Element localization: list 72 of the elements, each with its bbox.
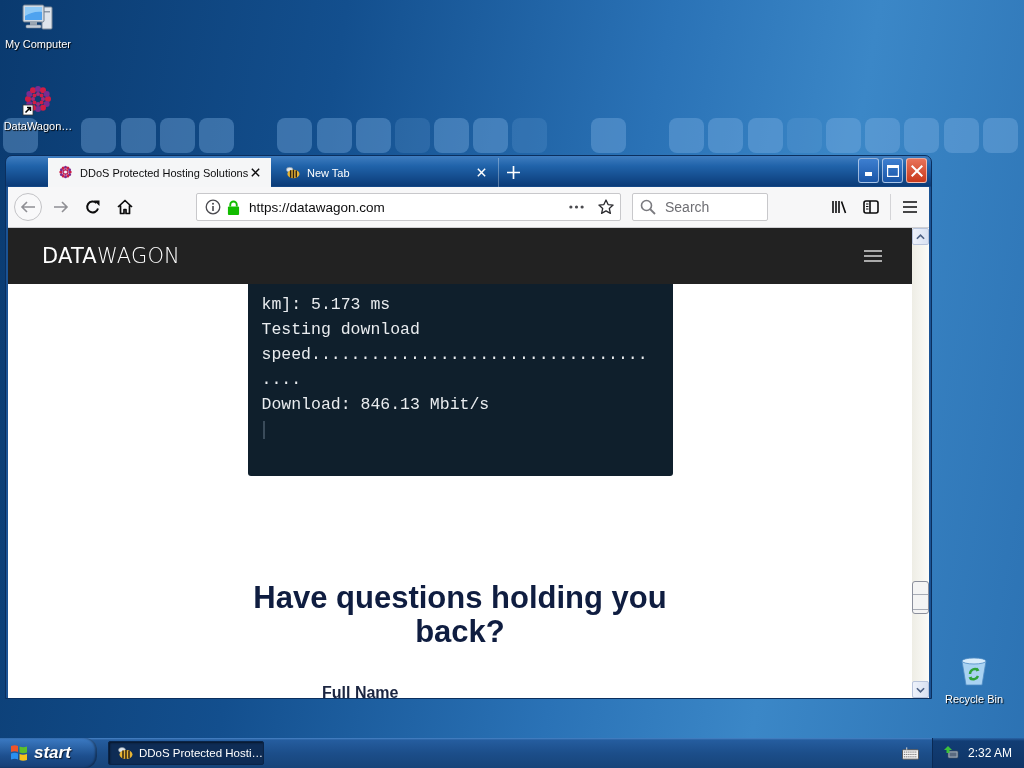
star-icon[interactable] [598,199,614,215]
sidebar-icon [863,199,879,215]
field-label: Full Name [322,683,399,698]
taskbar-button[interactable]: DDoS Protected Hosti… [108,741,264,765]
search-icon [640,199,656,215]
dot-ring-icon [58,165,73,180]
info-icon[interactable] [205,199,221,215]
scroll-up-button[interactable] [912,228,929,245]
maximize-icon [886,164,899,177]
reload-icon [85,199,101,215]
minimize-icon [865,172,872,176]
home-icon [117,199,133,215]
desktop-icon-label[interactable]: DataWagon… [3,120,73,132]
chevron-down-icon [916,686,925,693]
desktop-icon-label[interactable]: Recycle Bin [944,693,1004,705]
wallpaper-tile [434,118,470,153]
wallpaper-tile [590,118,626,153]
terminal-line: km]: 5.173 ms [261,294,392,316]
wallpaper-tile [825,118,861,153]
close-icon [910,164,923,177]
menu-button[interactable] [863,249,883,263]
plus-icon [507,166,520,179]
wallpaper-tile [316,118,352,153]
terminal-line: Testing download speed...................................... [261,319,649,391]
close-button[interactable] [906,158,927,183]
wallpaper-tile [473,118,509,153]
wallpaper-tile [277,118,313,153]
recycle-bin-icon[interactable] [958,655,990,687]
clock-text: 2:32 AM [968,746,1013,760]
wallpaper-tile [747,118,783,153]
wallpaper-tile [81,118,117,153]
search-field[interactable]: Search [632,193,768,221]
wallpaper-tile [159,118,195,153]
wallpaper-tile [982,118,1018,153]
scrollbar-thumb[interactable] [912,581,929,614]
arrow-left-icon [20,199,36,215]
url-text: https://datawagon.com [249,199,385,215]
windows-flag-icon [9,744,29,762]
scroll-down-button[interactable] [912,681,929,698]
shortcut-icon[interactable] [22,84,54,116]
bee-icon [117,745,133,761]
library-icon [831,199,847,215]
lock-icon [227,199,240,215]
wallpaper-tile [198,118,234,153]
wallpaper-tile [355,118,391,153]
terminal-line: Download: 846.13 Mbit/s [261,394,491,416]
text-cursor-icon [262,420,265,439]
section-heading: Have questions holding you back? [252,581,668,649]
maximize-button[interactable] [882,158,903,183]
address-bar[interactable]: https://datawagon.com [196,193,621,221]
close-icon[interactable] [250,167,261,178]
menu-icon [902,199,918,215]
menu-icon [864,250,882,262]
bee-icon [285,165,300,180]
wallpaper-tile [669,118,705,153]
arrow-right-icon [53,199,69,215]
keyboard-icon[interactable] [902,746,919,760]
chevron-up-icon [916,233,925,240]
site-logo[interactable]: DATAWAGON [42,244,181,268]
start-button[interactable]: start [0,738,97,768]
wallpaper-tile [708,118,744,153]
wallpaper-tile [904,118,940,153]
more-icon[interactable] [569,205,584,209]
wallpaper-tile [120,118,156,153]
minimize-button[interactable] [858,158,879,183]
browser-tab[interactable]: New Tab [275,158,497,187]
desktop-icon-label[interactable]: My Computer [5,38,71,50]
wallpaper-tile [943,118,979,153]
wallpaper-tile [865,118,901,153]
arrow-monitor-icon[interactable] [943,745,959,761]
scrollbar-track[interactable] [912,228,929,698]
browser-tab[interactable]: DDoS Protected Hosting Solutions [48,158,271,187]
